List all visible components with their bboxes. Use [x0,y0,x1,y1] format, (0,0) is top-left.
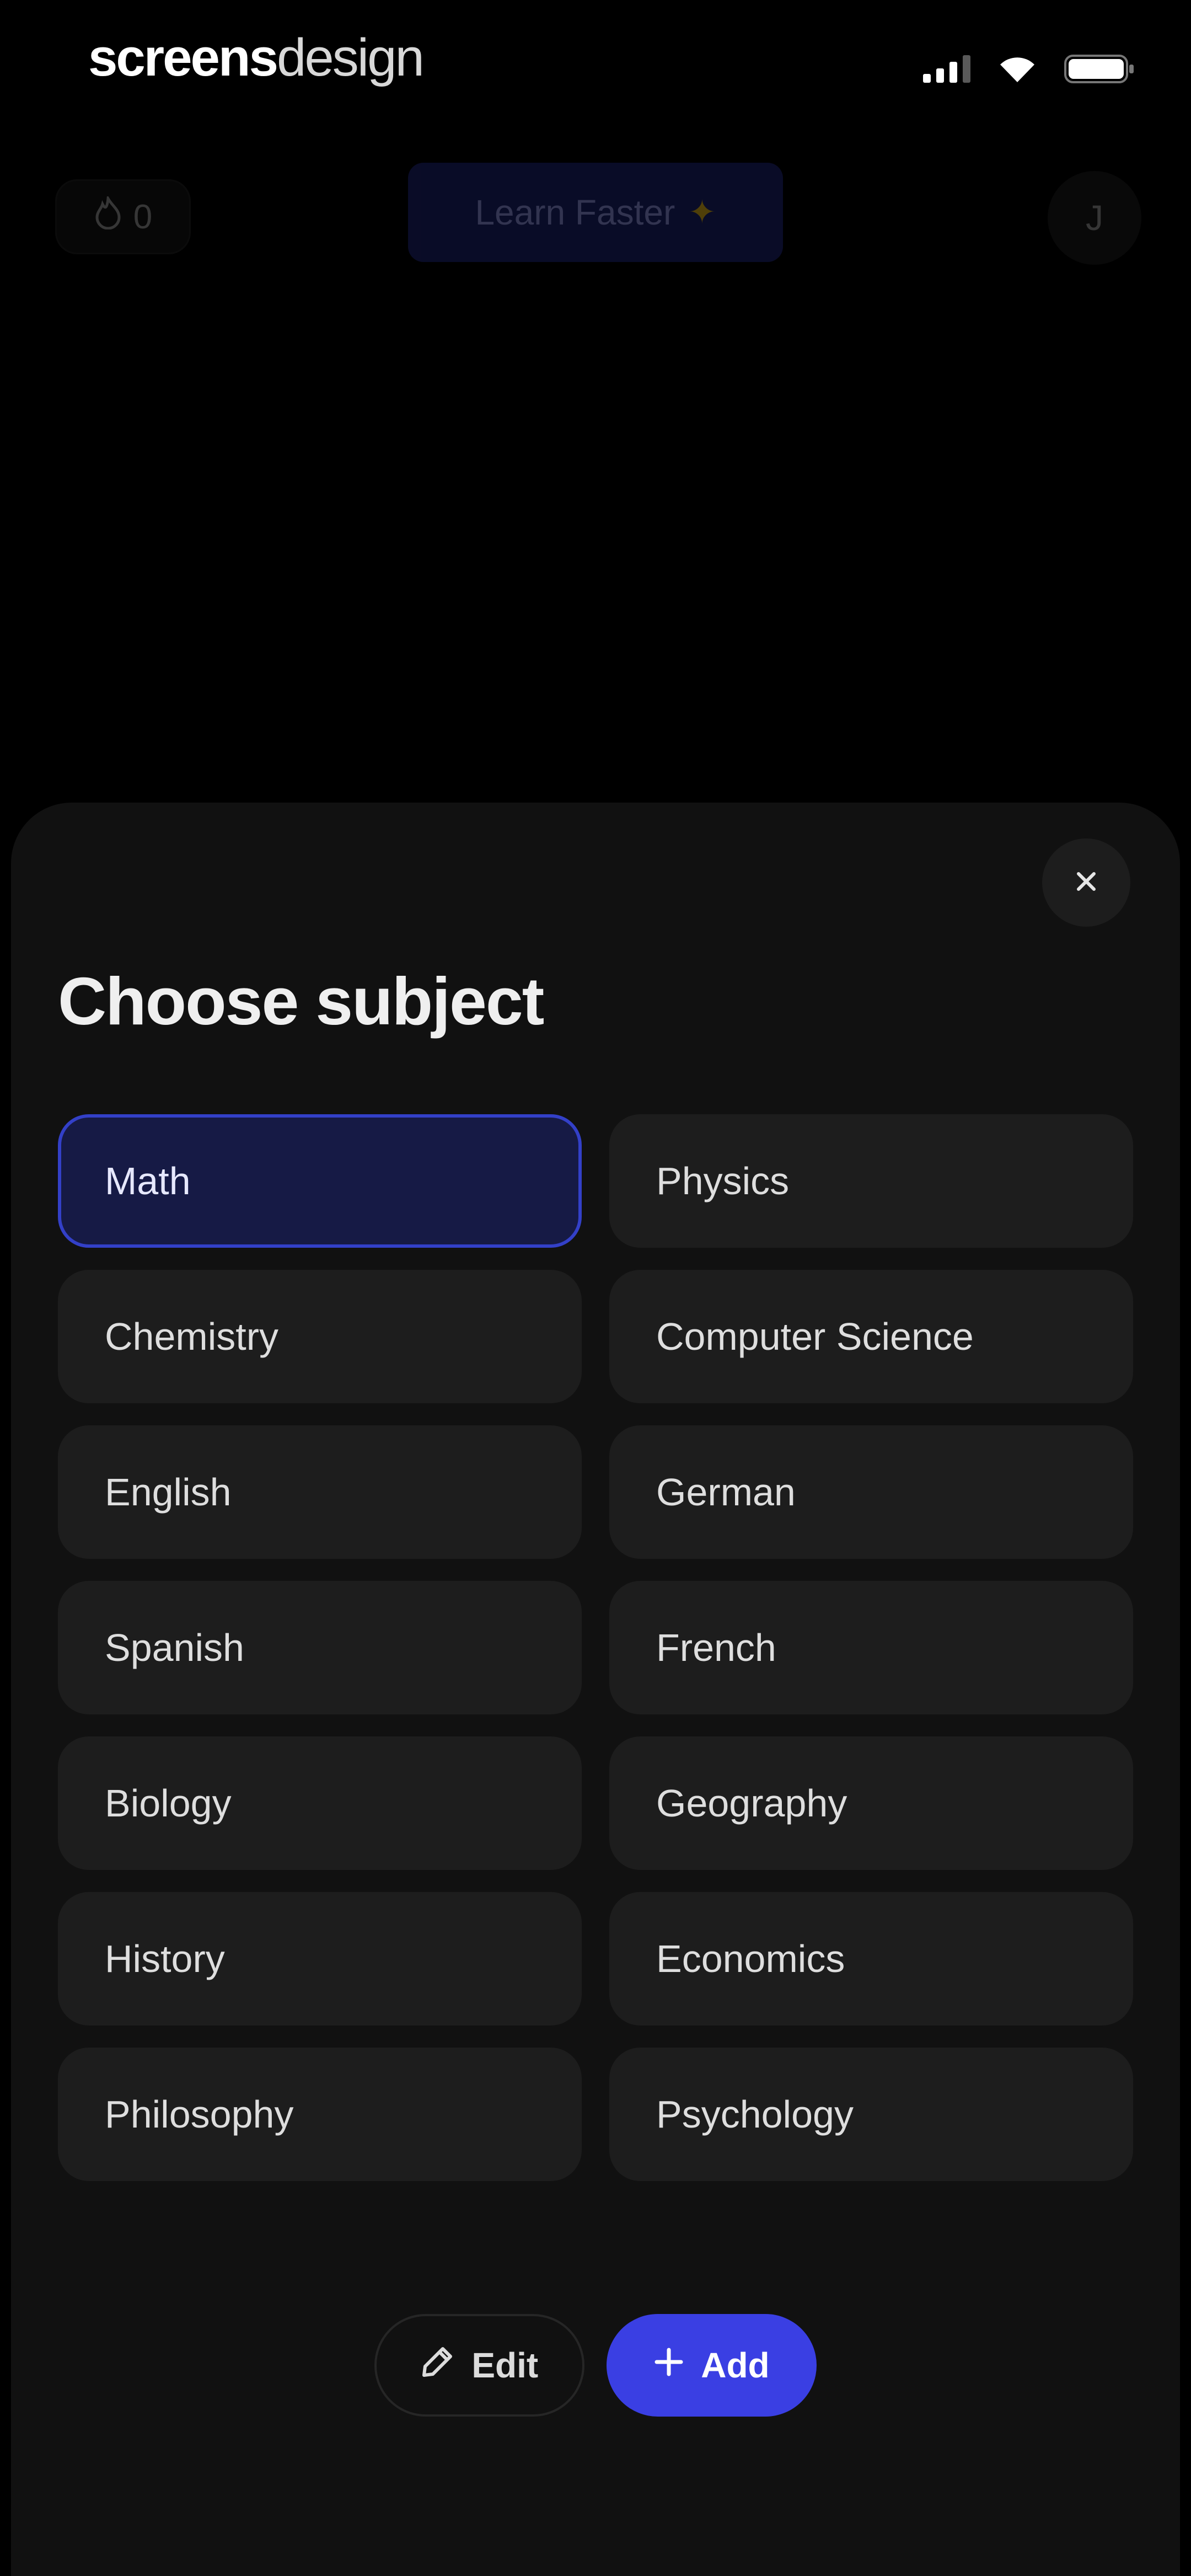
edit-label: Edit [471,2345,539,2385]
edit-button[interactable]: Edit [374,2314,585,2417]
add-button[interactable]: Add [607,2314,817,2417]
choose-subject-sheet: Choose subject Math Physics Chemistry Co… [11,803,1180,2576]
subject-label: Biology [105,1782,232,1825]
subject-label: German [656,1471,796,1514]
subject-option-english[interactable]: English [58,1425,582,1559]
subject-label: Geography [656,1782,847,1825]
sheet-actions: Edit Add [11,2314,1180,2417]
status-bar: screens design [0,0,1191,110]
subject-label: Spanish [105,1626,244,1669]
brand-logo: screens design [61,17,450,99]
wifi-icon [998,55,1037,83]
subject-label: English [105,1471,232,1514]
subject-option-history[interactable]: History [58,1892,582,2025]
subject-option-german[interactable]: German [609,1425,1133,1559]
subject-option-french[interactable]: French [609,1581,1133,1714]
learn-faster-label: Learn Faster [475,193,675,232]
flame-icon [94,194,122,238]
subject-label: Physics [656,1159,790,1203]
add-label: Add [701,2345,770,2385]
pencil-icon [421,2344,455,2387]
subject-label: Philosophy [105,2093,294,2136]
subject-option-spanish[interactable]: Spanish [58,1581,582,1714]
status-icons [923,50,1136,88]
app-header: 0 Learn Faster ✦ J [0,160,1191,270]
brand-logo-part1: screens [88,28,278,87]
plus-icon [653,2345,684,2386]
subject-label: French [656,1626,776,1669]
battery-icon [1064,54,1136,84]
subject-option-computer-science[interactable]: Computer Science [609,1270,1133,1403]
subject-label: Math [105,1159,191,1203]
subject-grid: Math Physics Chemistry Computer Science … [58,1114,1133,2181]
subject-option-philosophy[interactable]: Philosophy [58,2048,582,2181]
sparkle-icon: ✦ [688,194,716,231]
subject-option-chemistry[interactable]: Chemistry [58,1270,582,1403]
close-button[interactable] [1042,838,1130,927]
subject-label: Computer Science [656,1315,974,1358]
brand-logo-part2: design [276,28,425,87]
streak-counter[interactable]: 0 [55,179,191,254]
subject-option-economics[interactable]: Economics [609,1892,1133,2025]
close-icon [1073,868,1099,897]
subject-label: History [105,1937,225,1980]
avatar-initial: J [1086,198,1103,238]
subject-label: Chemistry [105,1315,279,1358]
cellular-signal-icon [923,55,970,83]
sheet-title: Choose subject [58,964,544,1039]
subject-option-math[interactable]: Math [58,1114,582,1248]
learn-faster-button[interactable]: Learn Faster ✦ [408,163,783,262]
avatar[interactable]: J [1048,171,1141,265]
subject-option-biology[interactable]: Biology [58,1736,582,1870]
subject-option-geography[interactable]: Geography [609,1736,1133,1870]
subject-label: Economics [656,1937,845,1980]
subject-option-psychology[interactable]: Psychology [609,2048,1133,2181]
subject-label: Psychology [656,2093,854,2136]
subject-option-physics[interactable]: Physics [609,1114,1133,1248]
streak-count: 0 [133,197,153,236]
